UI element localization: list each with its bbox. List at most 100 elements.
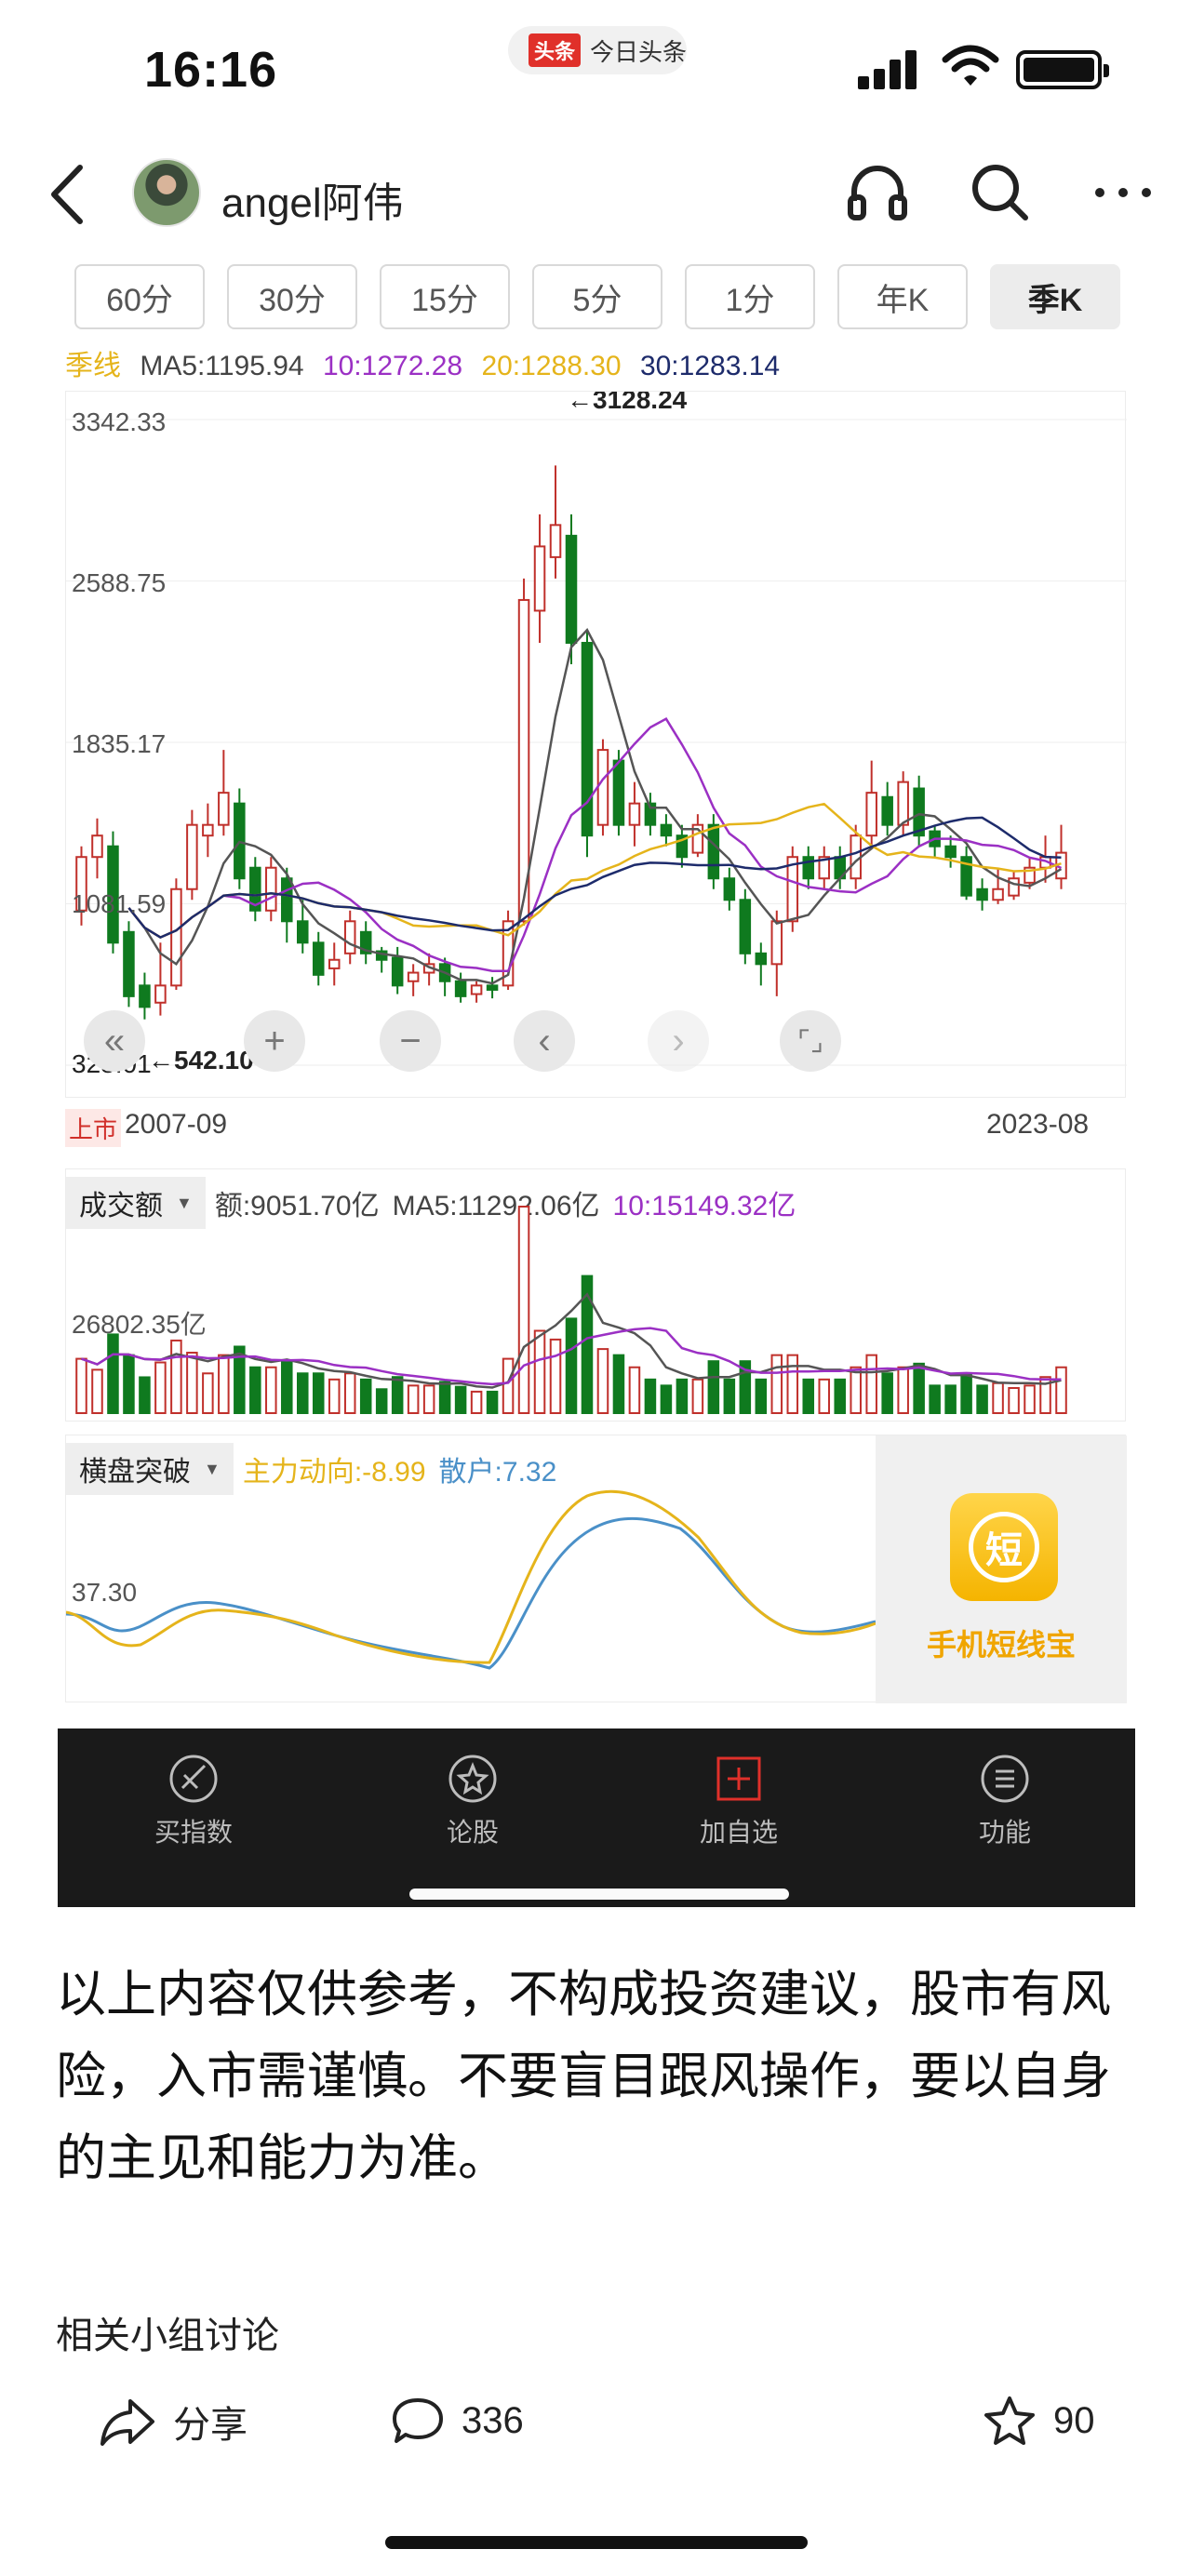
zoom-out-icon[interactable]: − (380, 1010, 441, 1072)
add-watchlist-icon (716, 1756, 761, 1801)
candle (944, 845, 957, 859)
volume-bar (107, 1333, 119, 1414)
candle (612, 759, 625, 826)
status-time: 16:16 (144, 42, 278, 98)
tab-label: 买指数 (154, 1818, 233, 1847)
candle (660, 823, 673, 837)
app-badge: 头条 (529, 33, 581, 67)
start-date: 2007-09 (125, 1109, 228, 1140)
period-15min[interactable]: 15分 (380, 264, 510, 329)
tab-label: 加自选 (699, 1818, 778, 1847)
candle (755, 952, 768, 966)
star-icon (984, 2396, 1035, 2445)
period-30min[interactable]: 30分 (227, 264, 357, 329)
volume-bar (343, 1372, 356, 1414)
volume-bar (976, 1384, 988, 1415)
period-1min[interactable]: 1分 (685, 264, 815, 329)
volume-bar (486, 1390, 499, 1414)
ma10-value: 10:1272.28 (322, 351, 463, 381)
back-arrow-icon[interactable] (45, 162, 91, 227)
tab-discuss[interactable]: 论股 (398, 1753, 547, 1849)
candle (533, 545, 546, 612)
period-5min[interactable]: 5分 (532, 264, 662, 329)
period-60min[interactable]: 60分 (74, 264, 205, 329)
volume-bar (202, 1372, 214, 1414)
period-quarter[interactable]: 季K (990, 264, 1120, 329)
indicator-tick: 37.30 (72, 1578, 137, 1607)
volume-bar (139, 1376, 151, 1414)
related-groups-link[interactable]: 相关小组讨论 (56, 2305, 279, 2359)
volume-bar (1008, 1386, 1020, 1415)
candle (454, 980, 467, 997)
volume-bar (502, 1357, 515, 1414)
app-indicator[interactable]: 头条 今日头条 (508, 26, 687, 74)
volume-panel: 成交额 ▼ 额:9051.70亿 MA5:11292.06亿 10:15149.3… (65, 1168, 1126, 1421)
candle (218, 792, 230, 826)
volume-bar (359, 1378, 372, 1415)
headphones-icon[interactable] (845, 160, 910, 225)
candle (1008, 877, 1020, 897)
more-dots-icon[interactable] (1091, 160, 1156, 225)
volume-bar (755, 1378, 768, 1415)
candle (770, 920, 783, 966)
share-label: 分享 (173, 2405, 248, 2446)
promo-banner[interactable]: 短 手机短线宝 (876, 1435, 1127, 1703)
author-avatar[interactable] (132, 158, 201, 227)
kline-chart: 3342.33 2588.75 1835.17 1081.59 328.01 ←… (66, 385, 1127, 1078)
like-button[interactable]: 90 (983, 2395, 1095, 2447)
volume-bar (802, 1378, 815, 1415)
chart-controls: « + − ‹ › ⌜⌟ (58, 1010, 1118, 1085)
period-year[interactable]: 年K (837, 264, 968, 329)
candle (202, 823, 214, 837)
author-name[interactable]: angel阿伟 (221, 169, 404, 229)
article-body: 以上内容仅供参考，不构成投资建议，股市有风险，入市需谨慎。不要盲目跟风操作，要以… (56, 1967, 1111, 2186)
candle (486, 984, 499, 991)
main-force-value: 主力动向:-8.99 (242, 1457, 426, 1488)
search-icon[interactable] (968, 160, 1033, 225)
share-button[interactable]: 分享 (99, 2395, 248, 2449)
candle (707, 823, 720, 880)
candle (154, 984, 167, 1004)
volume-bar (897, 1366, 909, 1414)
volume-bar (913, 1362, 925, 1415)
candle (391, 956, 404, 987)
prev-icon[interactable]: ‹ (514, 1010, 575, 1072)
zoom-in-icon[interactable]: + (244, 1010, 305, 1072)
ipo-badge: 上市 (65, 1109, 122, 1147)
volume-bar (850, 1366, 862, 1414)
volume-bar (944, 1384, 957, 1415)
high-price-label: ←3128.24 (567, 392, 688, 414)
volume-chart: 26802.35亿 (72, 1206, 1067, 1415)
y-tick: 1081.59 (72, 889, 166, 918)
candle (786, 856, 799, 923)
tab-add-watchlist[interactable]: 加自选 (664, 1753, 813, 1849)
fullscreen-icon[interactable]: ⌜⌟ (780, 1010, 841, 1072)
indicator-header: 横盘突破 ▼ 主力动向:-8.99 散户:7.32 (66, 1443, 556, 1495)
promo-logo-icon: 短 (950, 1493, 1058, 1601)
nav-bar: angel阿伟 (0, 149, 1191, 242)
ma5-value: MA5:1195.94 (140, 351, 304, 381)
volume-bar (612, 1354, 625, 1415)
tab-buy-index[interactable]: 买指数 (119, 1753, 268, 1849)
tab-label: 功能 (978, 1818, 1031, 1847)
y-tick: 1835.17 (72, 729, 166, 758)
dropdown-arrow-icon: ▼ (204, 1459, 221, 1478)
candle (170, 888, 182, 987)
volume-bar (818, 1378, 831, 1415)
status-bar: 16:16 头条 今日头条 (0, 0, 1191, 140)
menu-icon (981, 1755, 1029, 1803)
y-tick: 2588.75 (72, 568, 166, 597)
volume-bar (75, 1357, 87, 1414)
indicator-selector[interactable]: 横盘突破 ▼ (66, 1443, 234, 1495)
double-left-icon[interactable]: « (84, 1010, 145, 1072)
tab-functions[interactable]: 功能 (930, 1753, 1079, 1849)
volume-bar (249, 1366, 261, 1414)
next-icon[interactable]: › (648, 1010, 709, 1072)
volume-bar (454, 1385, 467, 1415)
volume-bar (186, 1352, 198, 1414)
volume-bar (549, 1338, 562, 1414)
volume-bar (691, 1378, 704, 1415)
wifi-icon (942, 45, 999, 86)
comment-button[interactable]: 336 (391, 2395, 524, 2447)
kline-panel[interactable]: 3342.33 2588.75 1835.17 1081.59 328.01 ←… (65, 385, 1127, 1098)
